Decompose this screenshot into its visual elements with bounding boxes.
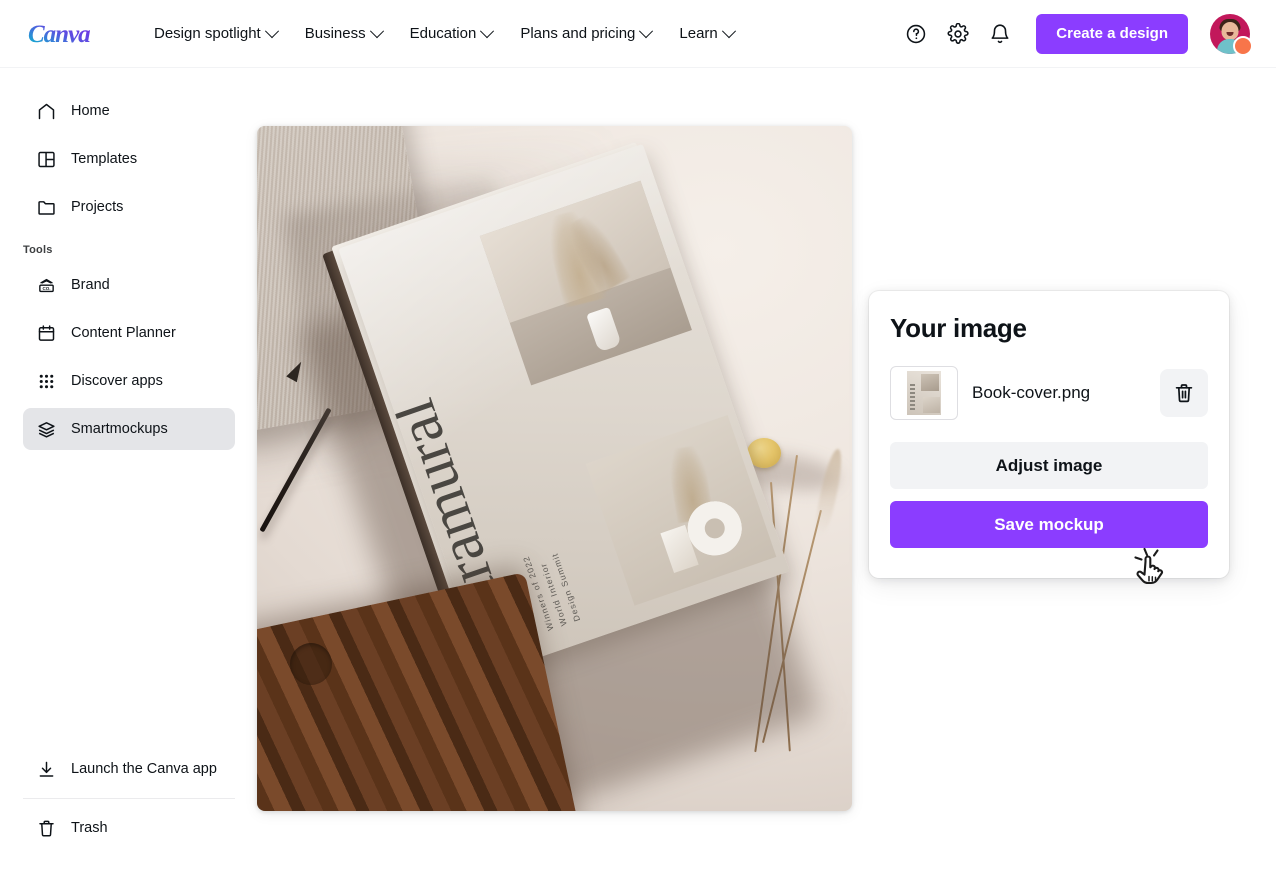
sidebar-item-content-planner[interactable]: Content Planner (23, 312, 235, 354)
layers-icon (35, 418, 57, 440)
panel-title: Your image (890, 313, 1027, 343)
header-actions: Create a design (898, 13, 1253, 56)
svg-text:CO.: CO. (42, 285, 50, 290)
nav-label: Learn (679, 25, 718, 42)
gear-icon (947, 22, 969, 44)
download-icon (35, 758, 57, 780)
trash-icon (1175, 384, 1193, 403)
trash-icon (35, 817, 57, 839)
thumbnail-photo (921, 374, 939, 391)
chevron-down-icon (369, 23, 384, 38)
file-name: Book-cover.png (972, 383, 1091, 402)
folder-icon (35, 196, 57, 218)
sidebar-bottom: Launch the Canva app Trash (0, 748, 258, 849)
sidebar-item-templates[interactable]: Templates (23, 138, 235, 180)
chevron-down-icon (480, 23, 495, 38)
avatar-face (1221, 21, 1239, 40)
sidebar-item-label: Content Planner (71, 325, 176, 341)
chevron-down-icon (264, 23, 279, 38)
settings-button[interactable] (940, 16, 976, 52)
mockup-scene: Intramural Winners of 2022 World Interio… (257, 126, 852, 811)
sidebar-item-label: Brand (71, 277, 110, 293)
avatar[interactable] (1210, 13, 1253, 56)
file-row: Book-cover.png (890, 366, 1208, 420)
sidebar-divider (23, 798, 235, 799)
sidebar-item-home[interactable]: Home (23, 90, 235, 132)
sidebar-item-projects[interactable]: Projects (23, 186, 235, 228)
svg-text:Canva: Canva (28, 21, 90, 48)
calendar-icon (35, 322, 57, 344)
nav-item-learn[interactable]: Learn (665, 17, 747, 50)
grid-dots-icon (35, 370, 57, 392)
brand-stamp-icon: CO. (35, 274, 57, 296)
nav-label: Plans and pricing (520, 25, 636, 42)
sidebar-item-label: Discover apps (71, 373, 163, 389)
help-circle-icon (907, 24, 926, 43)
home-icon (35, 100, 57, 122)
chevron-down-icon (721, 23, 736, 38)
canva-logo[interactable]: Canva (28, 19, 106, 49)
create-a-design-button[interactable]: Create a design (1036, 13, 1188, 54)
sidebar-item-label: Projects (71, 199, 124, 215)
sidebar-item-trash[interactable]: Trash (23, 807, 235, 849)
sidebar-group-label: Tools (23, 244, 53, 256)
nav-item-education[interactable]: Education (396, 17, 507, 50)
nav-item-design-spotlight[interactable]: Design spotlight (140, 17, 291, 50)
mockup-preview[interactable]: Intramural Winners of 2022 World Interio… (257, 126, 852, 811)
nav-label: Design spotlight (154, 25, 261, 42)
cover-photo-top (479, 180, 692, 386)
thumbnail-title-lines (910, 384, 915, 412)
sidebar: Home Templates Projects Tools CO. Brand … (0, 68, 258, 869)
your-image-panel: Your image Book-cover.png Adjust image S… (869, 291, 1229, 578)
top-header: Canva Design spotlight Business Educatio… (0, 0, 1276, 68)
sidebar-item-smartmockups[interactable]: Smartmockups (23, 408, 235, 450)
main-nav: Design spotlight Business Education Plan… (140, 17, 748, 50)
sidebar-item-label: Home (71, 103, 110, 119)
sidebar-item-label: Smartmockups (71, 421, 168, 437)
avatar-status-badge (1233, 35, 1253, 56)
save-mockup-button[interactable]: Save mockup (890, 501, 1208, 548)
sidebar-item-brand[interactable]: CO. Brand (23, 264, 235, 306)
chevron-down-icon (639, 23, 654, 38)
file-thumbnail[interactable] (890, 366, 958, 420)
sidebar-item-label: Launch the Canva app (71, 761, 217, 777)
sidebar-item-label: Templates (71, 151, 138, 167)
nav-item-plans-and-pricing[interactable]: Plans and pricing (506, 17, 665, 50)
templates-icon (35, 148, 57, 170)
sidebar-item-launch-canva-app[interactable]: Launch the Canva app (23, 748, 235, 790)
canva-logo-icon: Canva (28, 21, 91, 48)
nav-label: Business (304, 25, 366, 42)
book-cover-thumbnail (907, 371, 941, 415)
delete-image-button[interactable] (1160, 369, 1208, 417)
thumbnail-photo (923, 397, 940, 413)
bell-icon (991, 24, 1009, 43)
help-button[interactable] (898, 16, 934, 52)
nav-item-business[interactable]: Business (291, 17, 396, 50)
sidebar-item-discover-apps[interactable]: Discover apps (23, 360, 235, 402)
adjust-image-button[interactable]: Adjust image (890, 442, 1208, 489)
sidebar-item-label: Trash (71, 820, 108, 836)
vase (585, 306, 622, 353)
nav-label: Education (409, 25, 477, 42)
notifications-button[interactable] (982, 16, 1018, 52)
